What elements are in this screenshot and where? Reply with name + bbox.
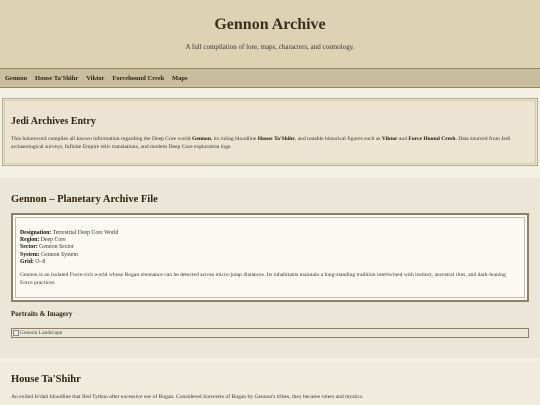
field-value: Deep Core bbox=[39, 237, 66, 244]
gennon-section-title: Gennon – Planetary Archive File bbox=[11, 194, 158, 205]
broken-image-icon bbox=[13, 330, 19, 336]
field-value: O–8 bbox=[33, 258, 46, 265]
main-nav: Gennon House Ta'Shihr Viktor Forcehound … bbox=[0, 68, 540, 88]
entry-title: Jedi Archives Entry bbox=[11, 116, 96, 127]
field-region: Region: Deep Core bbox=[20, 237, 118, 244]
entry-bold: Gennon bbox=[191, 136, 211, 142]
entry-text: , its ruling bloodline bbox=[210, 136, 258, 142]
jedi-archives-entry: Jedi Archives Entry This holorecord comp… bbox=[2, 98, 538, 166]
field-value: Gennon System bbox=[39, 251, 78, 258]
planet-description: Gennon is an isolated Force-rich world w… bbox=[20, 272, 506, 286]
house-section-title: House Ta'Shihr bbox=[11, 374, 81, 385]
entry-text: , and notable historical figures such as bbox=[294, 136, 382, 142]
field-value: Gennon Sector bbox=[37, 244, 74, 251]
portraits-title: Portraits & Imagery bbox=[11, 310, 73, 318]
planet-info-box: Designation: Terrestrial Deep Core World… bbox=[11, 213, 529, 302]
image-alt-text: Gennon Landscape bbox=[20, 330, 63, 336]
site-title: Gennon Archive bbox=[214, 16, 326, 33]
entry-text: This holorecord compiles all known infor… bbox=[11, 136, 192, 142]
gennon-landscape-image: Gennon Landscape bbox=[11, 328, 529, 338]
planet-fields: Designation: Terrestrial Deep Core World… bbox=[20, 230, 118, 266]
entry-bold: House Ta'Shihr bbox=[257, 136, 295, 142]
nav-item-viktor[interactable]: Viktor bbox=[86, 75, 104, 82]
site-subtitle: A full compilation of lore, maps, charac… bbox=[185, 43, 355, 51]
house-tashihr-section: House Ta'Shihr An exiled Je'daii bloodli… bbox=[0, 362, 540, 405]
field-grid: Grid: O–8 bbox=[20, 259, 118, 266]
entry-bold: Force Hound Cresh bbox=[408, 136, 456, 142]
entry-bold: Viktor bbox=[381, 136, 398, 142]
nav-item-forcehound-cresh[interactable]: Forcehound Cresh bbox=[112, 75, 164, 82]
field-sector: Sector: Gennon Sector bbox=[20, 244, 118, 251]
field-system: System: Gennon System bbox=[20, 252, 118, 259]
field-designation: Designation: Terrestrial Deep Core World bbox=[20, 230, 118, 237]
entry-body: This holorecord compiles all known infor… bbox=[11, 135, 533, 151]
nav-item-maps[interactable]: Maps bbox=[172, 75, 188, 82]
entry-text: and bbox=[397, 136, 409, 142]
nav-item-house-tashihr[interactable]: House Ta'Shihr bbox=[35, 75, 78, 82]
nav-item-gennon[interactable]: Gennon bbox=[5, 75, 27, 82]
field-label: Region: bbox=[20, 237, 40, 244]
site-header: Gennon Archive A full compilation of lor… bbox=[0, 0, 540, 68]
field-label: System: bbox=[20, 251, 40, 258]
field-value: Terrestrial Deep Core World bbox=[51, 230, 119, 236]
field-label: Sector: bbox=[20, 244, 38, 251]
field-label: Grid: bbox=[20, 258, 34, 265]
house-section-body: An exiled Je'daii bloodline that fled Ty… bbox=[11, 394, 364, 400]
gennon-section: Gennon – Planetary Archive File Designat… bbox=[0, 178, 540, 358]
field-label: Designation: bbox=[20, 230, 52, 236]
